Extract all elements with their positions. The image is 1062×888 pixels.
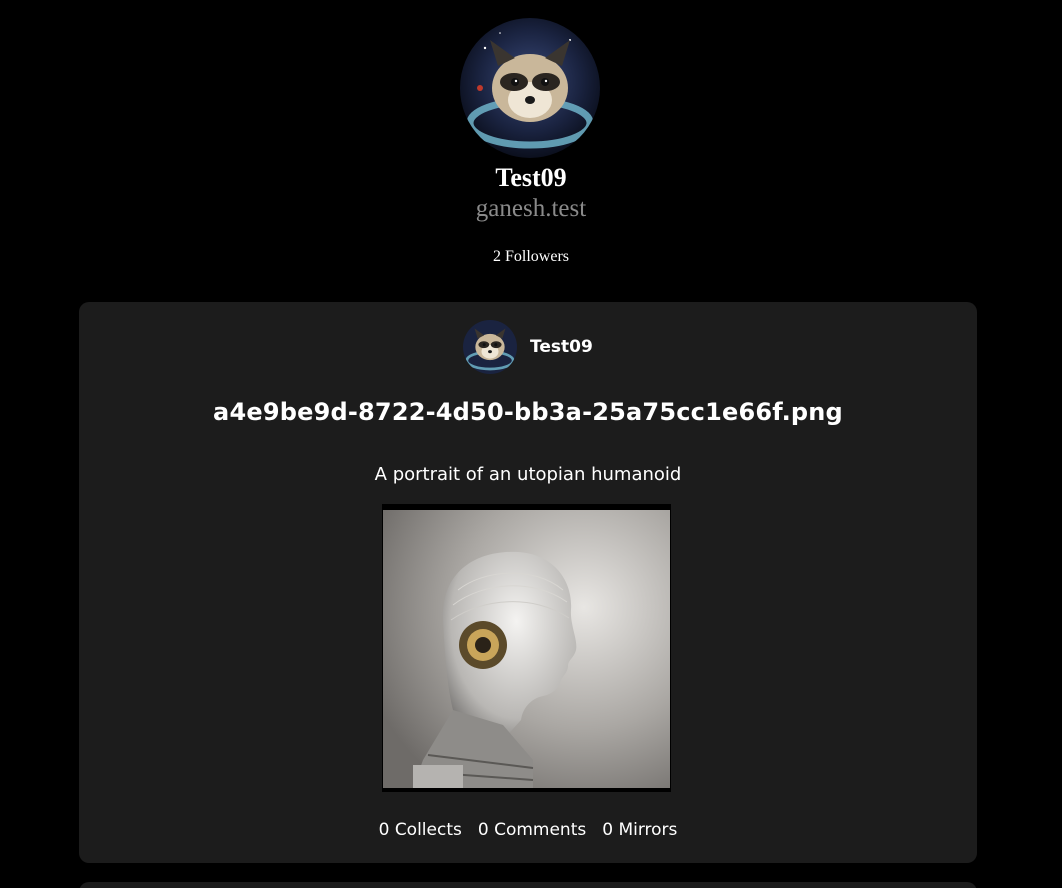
profile-avatar[interactable] (460, 18, 600, 158)
post-stats: 0 Collects 0 Comments 0 Mirrors (79, 818, 977, 842)
post-image[interactable] (382, 504, 671, 792)
collects-count[interactable]: 0 Collects (379, 820, 462, 840)
followers-count[interactable]: 2 Followers (0, 247, 1062, 267)
raccoon-avatar-icon (460, 18, 600, 158)
mirrors-count[interactable]: 0 Mirrors (602, 820, 677, 840)
post-author-avatar[interactable] (463, 320, 517, 374)
post-description: A portrait of an utopian humanoid (374, 464, 682, 485)
humanoid-portrait-icon (383, 510, 670, 788)
next-post-card (79, 882, 977, 888)
comments-count[interactable]: 0 Comments (478, 820, 586, 840)
raccoon-avatar-icon (463, 320, 517, 374)
post-author-name[interactable]: Test09 (530, 336, 593, 358)
post-card: Test09 a4e9be9d-8722-4d50-bb3a-25a75cc1e… (79, 302, 977, 863)
post-title: a4e9be9d-8722-4d50-bb3a-25a75cc1e66f.png (213, 398, 843, 426)
profile-name: Test09 (495, 163, 567, 192)
profile-handle: ganesh.test (475, 195, 587, 222)
